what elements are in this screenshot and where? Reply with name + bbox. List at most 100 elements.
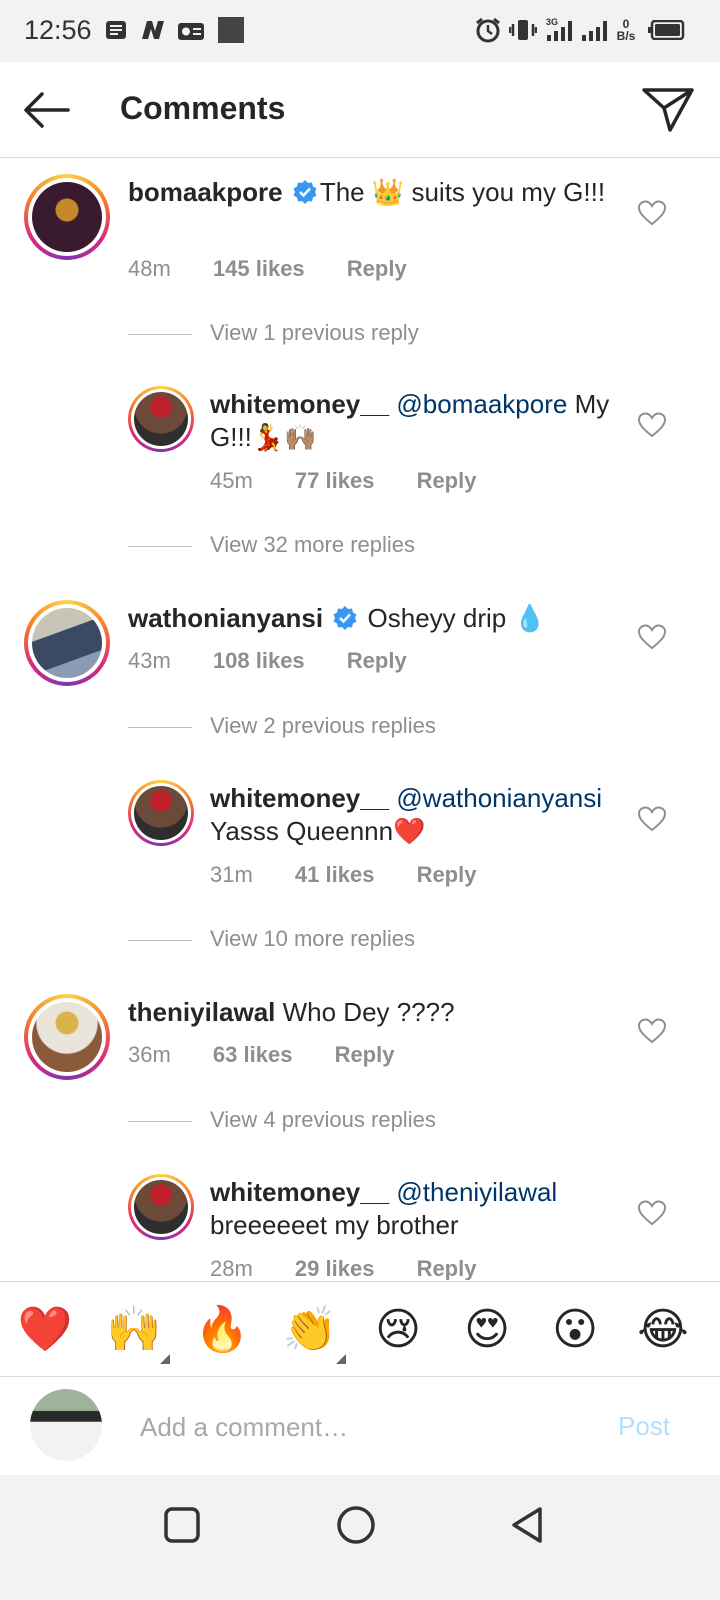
comment-meta: 45m 77 likes Reply [210, 468, 512, 494]
comment-text: Who Dey ???? [275, 997, 455, 1027]
likes-count[interactable]: 29 likes [295, 1256, 375, 1280]
username[interactable]: whitemoney__ [210, 1177, 389, 1207]
like-heart-icon[interactable] [638, 1200, 666, 1226]
status-time: 12:56 [24, 15, 92, 45]
comment-meta: 48m 145 likes Reply [128, 256, 443, 282]
recents-square-icon[interactable] [160, 1503, 204, 1547]
reaction-heart[interactable]: ❤️ [17, 1302, 73, 1358]
alarm-icon [474, 16, 502, 44]
comment-text: Yasss Queennn❤️ [210, 816, 426, 846]
comment-text: suits you my G!!! [404, 177, 606, 207]
reaction-laughing[interactable]: 😂 [635, 1302, 691, 1358]
send-icon [642, 88, 694, 132]
skin-tone-indicator [336, 1354, 346, 1364]
likes-count[interactable]: 145 likes [213, 256, 305, 281]
profile-photo [134, 392, 188, 446]
comment-item: theniyilawal Who Dey ???? 36m 63 likes R… [0, 992, 720, 1092]
verified-badge-icon [333, 606, 357, 630]
news-app-icon [138, 16, 168, 44]
likes-count[interactable]: 77 likes [295, 468, 375, 493]
signal-icon [580, 16, 610, 44]
back-triangle-icon[interactable] [506, 1503, 550, 1547]
reaction-surprised[interactable]: 😮 [547, 1302, 603, 1358]
username[interactable]: whitemoney__ [210, 783, 389, 813]
skin-tone-indicator [160, 1354, 170, 1364]
comment-time: 28m [210, 1256, 253, 1280]
comment-time: 31m [210, 862, 253, 887]
comment-meta: 28m 29 likes Reply [210, 1256, 512, 1280]
radio-icon [176, 16, 206, 44]
username[interactable]: theniyilawal [128, 997, 275, 1027]
avatar[interactable] [128, 1174, 194, 1240]
like-heart-icon[interactable] [638, 624, 666, 650]
reply-button[interactable]: Reply [347, 648, 407, 673]
avatar[interactable] [128, 780, 194, 846]
avatar[interactable] [24, 994, 110, 1080]
battery-icon [646, 16, 686, 44]
reaction-heart-eyes[interactable]: 😍 [459, 1302, 515, 1358]
reaction-raised-hands[interactable]: 🙌 [106, 1302, 170, 1364]
mention-link[interactable]: @bomaakpore [396, 389, 567, 419]
my-avatar [30, 1389, 102, 1461]
net-speed: 0 B/s [616, 17, 636, 43]
comment-text: breeeeeet my brother [210, 1210, 459, 1240]
comment-text: Osheyy drip 💧 [360, 603, 546, 633]
view-replies-button[interactable]: View 4 previous replies [128, 1107, 528, 1137]
view-replies-button[interactable]: View 1 previous reply [128, 320, 528, 350]
post-button[interactable]: Post [618, 1411, 670, 1442]
like-heart-icon[interactable] [638, 412, 666, 438]
page-title: Comments [120, 90, 286, 126]
username[interactable]: whitemoney__ [210, 389, 389, 419]
home-circle-icon[interactable] [334, 1503, 378, 1547]
mention-link[interactable]: @wathonianyansi [396, 783, 602, 813]
username[interactable]: bomaakpore [128, 177, 283, 207]
reply-button[interactable]: Reply [417, 1256, 477, 1280]
comment-time: 48m [128, 256, 171, 281]
avatar[interactable] [128, 386, 194, 452]
back-button[interactable] [18, 86, 74, 134]
avatar[interactable] [24, 174, 110, 260]
comment-item: wathonianyansi Osheyy drip 💧 43m 108 lik… [0, 598, 720, 698]
likes-count[interactable]: 108 likes [213, 648, 305, 673]
comment-meta: 31m 41 likes Reply [210, 862, 512, 888]
comment-time: 36m [128, 1042, 171, 1067]
system-nav-bar [0, 1475, 720, 1600]
likes-count[interactable]: 63 likes [213, 1042, 293, 1067]
like-heart-icon[interactable] [638, 806, 666, 832]
reply-item: whitemoney__ @theniyilawal breeeeeet my … [0, 1172, 720, 1280]
mention-link[interactable]: @theniyilawal [396, 1177, 557, 1207]
share-button[interactable] [640, 84, 696, 136]
likes-count[interactable]: 41 likes [295, 862, 375, 887]
svg-text:3G: 3G [546, 17, 558, 27]
like-heart-icon[interactable] [638, 200, 666, 226]
quick-reactions-bar: ❤️ 🙌 🔥 👏 😢 😍 😮 😂 [0, 1281, 720, 1377]
reply-button[interactable]: Reply [417, 468, 477, 493]
back-arrow-icon [24, 92, 70, 128]
reaction-crying[interactable]: 😢 [370, 1302, 426, 1358]
view-replies-button[interactable]: View 10 more replies [128, 926, 528, 956]
avatar[interactable] [24, 600, 110, 686]
comment-item: bomaakpore The 👑 suits you my G!!! 48m 1… [0, 172, 720, 282]
view-replies-button[interactable]: View 32 more replies [128, 532, 528, 562]
username[interactable]: wathonianyansi [128, 603, 323, 633]
reply-button[interactable]: Reply [335, 1042, 395, 1067]
add-comment-bar: Post [0, 1377, 720, 1475]
profile-photo [32, 1002, 102, 1072]
comment-input[interactable] [140, 1407, 580, 1447]
profile-photo [134, 1180, 188, 1234]
comment-text: The [319, 177, 372, 207]
profile-photo [32, 608, 102, 678]
reply-button[interactable]: Reply [417, 862, 477, 887]
profile-photo [32, 182, 102, 252]
status-bar: 12:56 3G 0 B/s [0, 0, 720, 62]
reaction-clapping[interactable]: 👏 [282, 1302, 346, 1364]
comment-time: 43m [128, 648, 171, 673]
crown-emoji: 👑 [371, 177, 405, 207]
reply-item: whitemoney__ @wathonianyansi Yasss Queen… [0, 778, 720, 888]
reply-button[interactable]: Reply [347, 256, 407, 281]
vibrate-icon [508, 16, 538, 44]
like-heart-icon[interactable] [638, 1018, 666, 1044]
view-replies-button[interactable]: View 2 previous replies [128, 713, 528, 743]
reaction-fire[interactable]: 🔥 [194, 1302, 250, 1358]
profile-photo [134, 786, 188, 840]
